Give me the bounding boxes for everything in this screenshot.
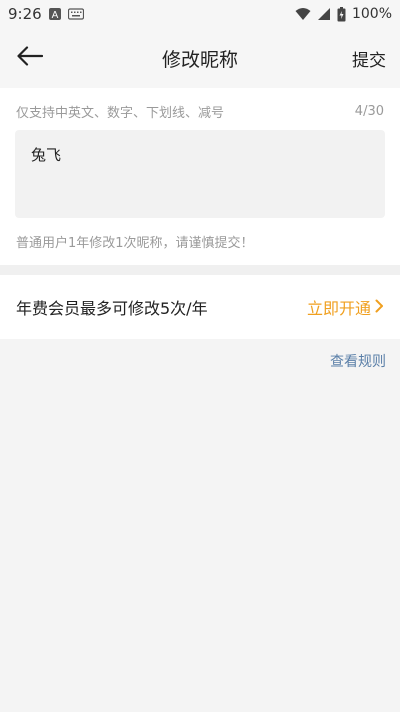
nickname-box bbox=[15, 130, 385, 218]
nickname-input[interactable] bbox=[15, 130, 385, 178]
hint-row: 仅支持中英文、数字、下划线、减号 4/30 bbox=[0, 88, 400, 122]
wifi-icon bbox=[295, 7, 311, 21]
submit-button[interactable]: 提交 bbox=[352, 46, 386, 71]
nickname-card: 仅支持中英文、数字、下划线、减号 4/30 普通用户1年修改1次昵称，请谨慎提交… bbox=[0, 88, 400, 265]
signal-icon bbox=[317, 7, 331, 21]
page-title: 修改昵称 bbox=[161, 48, 238, 71]
vip-open-button[interactable]: 立即开通 bbox=[307, 295, 384, 319]
status-left: 9:26 A bbox=[8, 5, 84, 23]
section-divider bbox=[0, 265, 400, 275]
view-rules-link[interactable]: 查看规则 bbox=[330, 351, 386, 371]
battery-icon bbox=[337, 6, 346, 22]
warning-text: 普通用户1年修改1次昵称，请谨慎提交！ bbox=[16, 236, 254, 251]
status-right: 100% bbox=[295, 6, 392, 22]
notification-a-icon: A bbox=[48, 7, 62, 21]
chevron-right-icon bbox=[375, 298, 384, 317]
rules-row: 查看规则 bbox=[0, 339, 400, 371]
svg-text:A: A bbox=[51, 10, 58, 21]
back-button[interactable] bbox=[12, 42, 48, 74]
battery-percent: 100% bbox=[351, 6, 392, 22]
status-bar: 9:26 A 100% bbox=[0, 0, 400, 28]
nav-bar: 修改昵称 提交 bbox=[0, 28, 400, 88]
vip-text: 年费会员最多可修改5次/年 bbox=[16, 299, 208, 318]
status-time: 9:26 bbox=[8, 5, 42, 23]
char-counter: 4/30 bbox=[354, 103, 384, 119]
keyboard-icon bbox=[67, 8, 84, 20]
input-hint: 仅支持中英文、数字、下划线、减号 bbox=[16, 105, 225, 121]
back-arrow-icon bbox=[17, 46, 44, 70]
vip-row: 年费会员最多可修改5次/年 立即开通 bbox=[0, 275, 400, 339]
vip-open-label: 立即开通 bbox=[306, 299, 371, 318]
